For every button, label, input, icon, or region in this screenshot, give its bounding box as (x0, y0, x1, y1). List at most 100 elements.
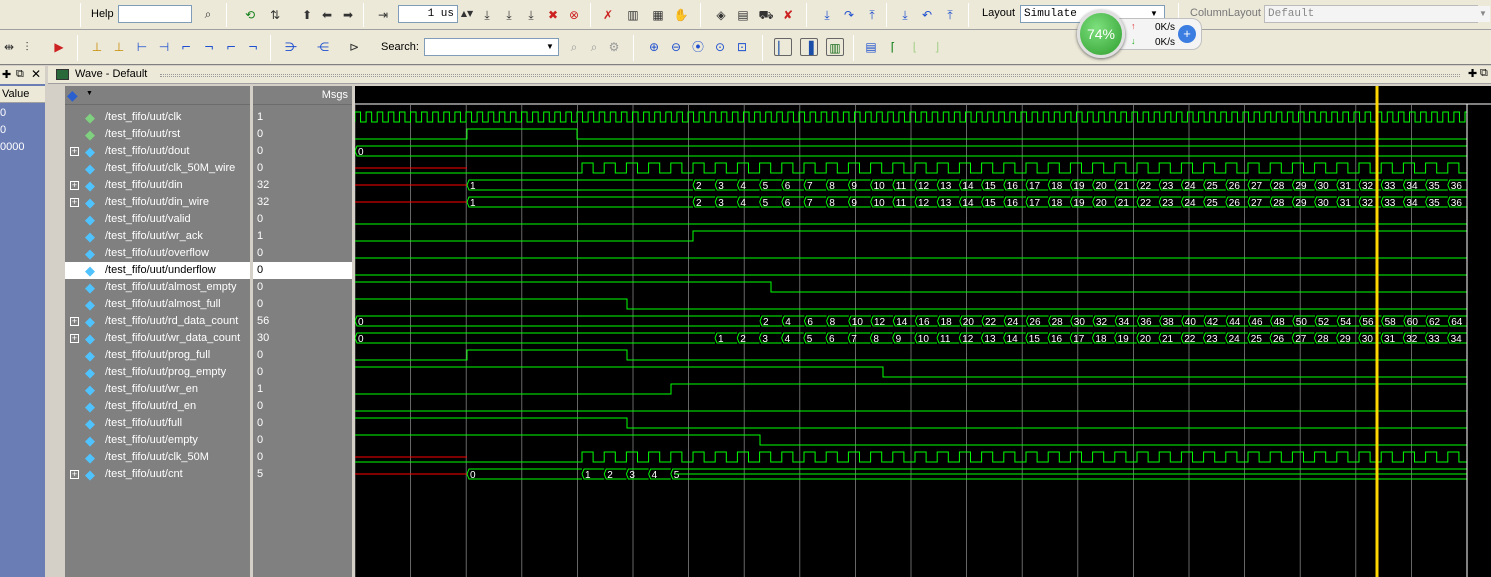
step-over-icon[interactable]: ↷ (840, 6, 858, 24)
stop-icon[interactable]: ⊗ (565, 6, 583, 24)
cover-icon[interactable]: ⛟ (757, 6, 775, 24)
edge-down-icon[interactable]: ⊥ (110, 38, 128, 56)
find-next-transition-icon[interactable]: ¬ (200, 38, 218, 56)
dock-plus-icon[interactable]: ✚ (1468, 67, 1477, 80)
expand-plus-icon[interactable]: + (70, 147, 79, 156)
signal-row[interactable]: + ◆ /test_fifo/uut/cnt (65, 466, 250, 483)
run-icon[interactable]: ⤓ (478, 6, 496, 24)
expand-plus-icon[interactable]: + (70, 317, 79, 326)
continue-run-icon[interactable]: ⤓ (500, 6, 518, 24)
clear-icon[interactable]: ✘ (779, 6, 797, 24)
zoom-area-icon[interactable]: ⊡ (733, 38, 751, 56)
find-prev-edge-icon[interactable]: ⊢ (133, 38, 151, 56)
signal-row[interactable]: ◆ /test_fifo/uut/almost_empty (65, 279, 250, 296)
cursor-mode-icon[interactable]: ▏ (774, 38, 792, 56)
close-icon[interactable]: ✕ (31, 67, 41, 81)
memory-icon[interactable]: ▦ (649, 6, 667, 24)
signal-row[interactable]: ◆ /test_fifo/uut/wr_en (65, 381, 250, 398)
step-out-icon[interactable]: ⤒ (863, 6, 881, 24)
expand-icon[interactable]: ⋲ (314, 38, 332, 56)
zoom-in-icon[interactable]: ⊕ (645, 38, 663, 56)
search-next-icon[interactable]: ⌕ (585, 38, 603, 56)
restart-icon[interactable]: ⟲ (241, 6, 259, 24)
search-options-icon[interactable]: ⚙ (605, 38, 623, 56)
wave-format-icon[interactable]: ◆ (67, 87, 78, 104)
assertion-icon[interactable]: ◈ (712, 6, 730, 24)
signal-row[interactable]: ◆ /test_fifo/uut/prog_empty (65, 364, 250, 381)
signal-row[interactable]: ◆ /test_fifo/uut/valid (65, 211, 250, 228)
chevron-down-icon[interactable]: ▼ (1476, 6, 1490, 22)
signal-row[interactable]: + ◆ /test_fifo/uut/rd_data_count (65, 313, 250, 330)
boost-plus-icon[interactable]: + (1178, 25, 1196, 43)
search-prev-icon[interactable]: ⌕ (565, 38, 583, 56)
signal-row[interactable]: ◆ /test_fifo/uut/overflow (65, 245, 250, 262)
hand-icon[interactable]: ✋ (672, 6, 690, 24)
signal-row[interactable]: ◆ /test_fifo/uut/almost_full (65, 296, 250, 313)
step-back-over-icon[interactable]: ↶ (918, 6, 936, 24)
signal-row[interactable]: + ◆ /test_fifo/uut/din_wire (65, 194, 250, 211)
back-arrow-icon[interactable]: ⬅ (318, 6, 336, 24)
chevron-down-icon[interactable]: ▼ (86, 90, 93, 97)
signal-row[interactable]: + ◆ /test_fifo/uut/wr_data_count (65, 330, 250, 347)
help-binoculars-icon[interactable]: ⌕ (199, 5, 217, 23)
wave-cursor-icon[interactable]: ⇹ (0, 38, 18, 56)
step-menu-icon[interactable]: ⇅ (266, 6, 284, 24)
help-search-input[interactable] (118, 5, 192, 23)
grid-icon[interactable]: ▤ (734, 6, 752, 24)
signal-row[interactable]: + ◆ /test_fifo/uut/dout (65, 143, 250, 160)
wave-literal-icon[interactable]: ⌈ (884, 38, 902, 56)
signal-row[interactable]: ◆ /test_fifo/uut/prog_full (65, 347, 250, 364)
wave-step-icon[interactable]: ⫶ (18, 38, 36, 56)
run-length-input[interactable]: 1 us (398, 5, 458, 23)
zoom-cursor-icon[interactable]: ⊙ (711, 38, 729, 56)
undock-icon[interactable]: ⧉ (1480, 67, 1488, 80)
signal-row[interactable]: + ◆ /test_fifo/uut/din (65, 177, 250, 194)
column-layout-select[interactable]: Default (1264, 5, 1478, 23)
find-falling-edge-icon[interactable]: ⌐ (222, 38, 240, 56)
dock-plus-icon[interactable]: ✚ (2, 68, 11, 81)
step-back-into-icon[interactable]: ⤓ (896, 6, 914, 24)
find-rising-edge-icon[interactable]: ¬ (244, 38, 262, 56)
expand-plus-icon[interactable]: + (70, 198, 79, 207)
performance-icon[interactable]: ▥ (624, 6, 642, 24)
run-length-icon[interactable]: ⇥ (374, 6, 392, 24)
up-arrow-icon[interactable]: ⬆ (298, 6, 316, 24)
wave-format-icon[interactable]: ▤ (862, 38, 880, 56)
signal-row[interactable]: ◆ /test_fifo/uut/rd_en (65, 398, 250, 415)
find-prev-transition-icon[interactable]: ⌐ (177, 38, 195, 56)
wave-logic-icon[interactable]: ⌊ (906, 38, 924, 56)
clear-breakpoints-icon[interactable]: ✗ (599, 6, 617, 24)
expand-plus-icon[interactable]: + (70, 470, 79, 479)
zoom-full-icon[interactable]: ⦿ (689, 38, 707, 56)
break-icon[interactable]: ✖ (544, 6, 562, 24)
signal-row[interactable]: ◆ /test_fifo/uut/full (65, 415, 250, 432)
signal-row[interactable]: ◆ /test_fifo/uut/wr_ack (65, 228, 250, 245)
signal-row[interactable]: ◆ /test_fifo/uut/clk (65, 109, 250, 126)
forward-arrow-icon[interactable]: ➡ (339, 6, 357, 24)
expand-plus-icon[interactable]: + (70, 334, 79, 343)
step-back-out-icon[interactable]: ⤒ (941, 6, 959, 24)
waveform-canvas[interactable]: 01 2 3 4 5 6 7 8 9 10 11 12 13 14 15 16 17 18 19 20 21 22 23 24… (355, 86, 1491, 577)
select-mode-icon[interactable]: ▐ (800, 38, 818, 56)
zoom-out-icon[interactable]: ⊖ (667, 38, 685, 56)
search-input[interactable] (424, 38, 559, 56)
run-all-icon[interactable]: ⤓ (522, 6, 540, 24)
undock-icon[interactable]: ⧉ (16, 68, 24, 81)
signal-row[interactable]: ◆ /test_fifo/uut/clk_50M (65, 449, 250, 466)
memory-gauge[interactable]: 74% (1077, 10, 1125, 58)
group-icon[interactable]: ⊳ (345, 38, 363, 56)
edge-up-icon[interactable]: ⊥ (88, 38, 106, 56)
insert-divider-icon[interactable]: ⋺ (282, 38, 300, 56)
signal-row[interactable]: ◆ /test_fifo/uut/underflow (65, 262, 250, 279)
expand-plus-icon[interactable]: + (70, 181, 79, 190)
step-into-icon[interactable]: ⤓ (818, 6, 836, 24)
signal-row[interactable]: ◆ /test_fifo/uut/empty (65, 432, 250, 449)
spinner-icon[interactable]: ▲▼ (458, 5, 476, 23)
chevron-down-icon[interactable]: ▼ (543, 39, 557, 55)
wave-event-icon[interactable]: ⌋ (928, 38, 946, 56)
breakpoint-icon[interactable]: ▶ (50, 38, 68, 56)
signal-row[interactable]: ◆ /test_fifo/uut/clk_50M_wire (65, 160, 250, 177)
signal-row[interactable]: ◆ /test_fifo/uut/rst (65, 126, 250, 143)
find-next-edge-icon[interactable]: ⊣ (155, 38, 173, 56)
edit-mode-icon[interactable]: ▥ (826, 38, 844, 56)
